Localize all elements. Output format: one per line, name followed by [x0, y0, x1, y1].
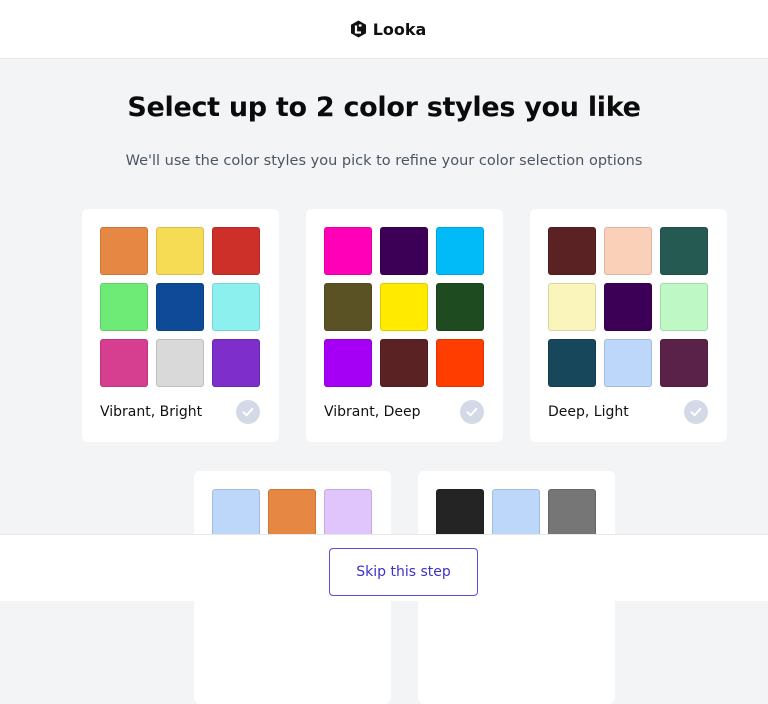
- swatch-grid: [436, 489, 596, 537]
- swatch-grid: [548, 227, 708, 387]
- color-swatch: [660, 339, 708, 387]
- color-swatch: [212, 489, 260, 537]
- color-swatch: [324, 489, 372, 537]
- color-swatch: [604, 227, 652, 275]
- color-swatch: [100, 283, 148, 331]
- color-style-card-vibrant-deep[interactable]: Vibrant, Deep: [306, 209, 503, 442]
- checkmark-icon: [242, 407, 254, 417]
- color-swatch: [156, 227, 204, 275]
- color-swatch: [380, 227, 428, 275]
- brand-logo[interactable]: Looka: [342, 19, 427, 39]
- swatch-grid: [212, 489, 372, 537]
- card-label: Deep, Light: [548, 404, 629, 420]
- checkmark-icon: [466, 407, 478, 417]
- color-swatch: [324, 339, 372, 387]
- color-swatch: [212, 227, 260, 275]
- color-swatch: [436, 339, 484, 387]
- color-swatch: [660, 227, 708, 275]
- swatch-grid: [324, 227, 484, 387]
- color-swatch: [548, 339, 596, 387]
- color-swatch: [212, 339, 260, 387]
- select-check-button[interactable]: [460, 400, 484, 424]
- color-swatch: [604, 339, 652, 387]
- color-swatch: [548, 489, 596, 537]
- color-swatch: [324, 283, 372, 331]
- color-swatch: [380, 283, 428, 331]
- brand-name: Looka: [372, 19, 427, 39]
- color-swatch: [548, 283, 596, 331]
- color-swatch: [436, 489, 484, 537]
- color-swatch: [660, 283, 708, 331]
- color-swatch: [492, 489, 540, 537]
- color-swatch: [436, 227, 484, 275]
- card-label: Vibrant, Deep: [324, 404, 421, 420]
- color-swatch: [324, 227, 372, 275]
- page-subtitle: We'll use the color styles you pick to r…: [125, 153, 643, 169]
- color-swatch: [100, 339, 148, 387]
- checkmark-icon: [690, 407, 702, 417]
- card-label: Vibrant, Bright: [100, 404, 203, 420]
- color-swatch: [268, 489, 316, 537]
- select-check-button[interactable]: [684, 400, 708, 424]
- color-style-card-deep-light[interactable]: Deep, Light: [530, 209, 727, 442]
- swatch-grid: [100, 227, 260, 387]
- color-swatch: [380, 339, 428, 387]
- color-swatch: [212, 283, 260, 331]
- color-swatch: [548, 227, 596, 275]
- looka-logo-icon: [350, 20, 367, 38]
- color-swatch: [156, 283, 204, 331]
- color-style-card-vibrant-bright[interactable]: Vibrant, Bright: [82, 209, 279, 442]
- color-swatch: [156, 339, 204, 387]
- color-swatch: [604, 283, 652, 331]
- color-swatch: [100, 227, 148, 275]
- footer-bar: Skip this step: [0, 534, 768, 601]
- select-check-button[interactable]: [236, 400, 260, 424]
- top-bar: Looka: [0, 0, 768, 59]
- color-swatch: [436, 283, 484, 331]
- page-title: Select up to 2 color styles you like: [127, 92, 641, 123]
- skip-step-button[interactable]: Skip this step: [329, 548, 478, 596]
